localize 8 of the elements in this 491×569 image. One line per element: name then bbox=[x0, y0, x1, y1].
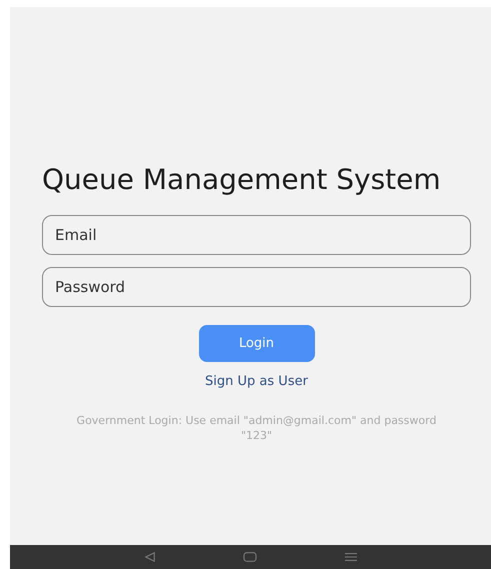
menu-icon[interactable] bbox=[344, 551, 358, 563]
login-hint: Government Login: Use email "admin@gmail.com" and password "123" bbox=[76, 413, 438, 443]
signup-link[interactable]: Sign Up as User bbox=[205, 374, 308, 389]
app-title: Queue Management System bbox=[42, 163, 442, 197]
back-icon[interactable] bbox=[143, 551, 158, 563]
home-icon[interactable] bbox=[243, 551, 258, 563]
input-field[interactable]: Password bbox=[42, 267, 471, 307]
input-field[interactable]: Email bbox=[42, 215, 471, 255]
